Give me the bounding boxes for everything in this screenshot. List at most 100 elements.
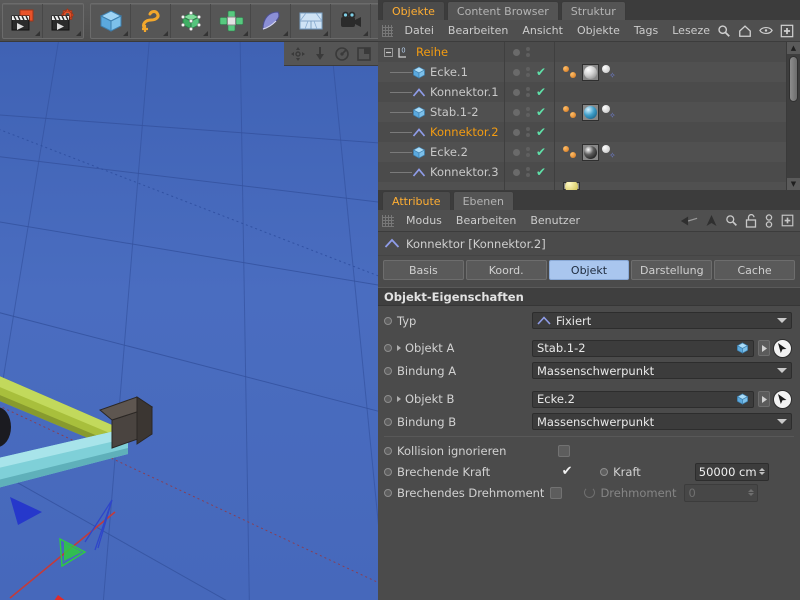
table-row-partial[interactable] <box>378 182 786 190</box>
object-visibility-dots[interactable]: ✔ <box>504 62 554 82</box>
object-tags[interactable] <box>554 82 786 102</box>
chevron-down-icon[interactable] <box>777 318 787 323</box>
table-row[interactable]: Stab.1-2 ✔ ✧ <box>378 102 786 122</box>
animate-bullet[interactable] <box>384 467 392 476</box>
expand-triangle-icon[interactable] <box>397 396 401 402</box>
tab-objekt[interactable]: Objekt <box>548 260 630 280</box>
menu-datei[interactable]: Datei <box>398 20 441 42</box>
enabled-check-icon[interactable]: ✔ <box>536 166 546 178</box>
eye-icon[interactable] <box>759 25 773 36</box>
render-visibility-dots[interactable] <box>526 107 530 117</box>
maximize-view-icon[interactable] <box>356 46 372 62</box>
objekt-b-pick-button[interactable] <box>773 389 792 409</box>
kraft-stepper[interactable] <box>758 468 765 475</box>
editor-visibility-dot[interactable] <box>513 88 520 96</box>
animate-bullet[interactable] <box>600 467 609 476</box>
generator-button[interactable] <box>171 3 211 38</box>
enabled-check-icon[interactable]: ✔ <box>536 106 546 118</box>
animate-bullet[interactable] <box>384 366 392 375</box>
phong-tag-icon[interactable]: ✧ <box>602 104 618 120</box>
object-row-name[interactable]: Stab.1-2 <box>378 102 504 122</box>
search-icon[interactable] <box>725 214 738 227</box>
object-row-name[interactable]: Konnektor.2 <box>378 122 504 142</box>
deformer-button[interactable] <box>211 3 251 38</box>
kraft-input[interactable]: 50000 cm <box>694 462 769 481</box>
menu-tags[interactable]: Tags <box>627 20 665 42</box>
mograph-button[interactable] <box>251 3 291 38</box>
objekt-a-link-field[interactable]: Stab.1-2 <box>532 339 754 357</box>
render-view-button[interactable] <box>3 3 43 38</box>
table-row[interactable]: Konnektor.3 ✔ <box>378 162 786 182</box>
menu-objekte[interactable]: Objekte <box>570 20 627 42</box>
typ-dropdown[interactable]: Fixiert <box>532 312 792 329</box>
brechende-kraft-checkbox[interactable]: ✔ <box>560 465 574 478</box>
material-tag-icon[interactable] <box>582 143 599 161</box>
table-row[interactable]: Konnektor.1 ✔ <box>378 82 786 102</box>
scrollbar-thumb[interactable] <box>789 56 798 102</box>
viewport-perspective[interactable] <box>0 42 378 600</box>
enabled-check-icon[interactable]: ✔ <box>536 86 546 98</box>
table-row[interactable]: Ecke.1 ✔ ✧ <box>378 62 786 82</box>
dynamics-tag-icon[interactable] <box>563 145 579 159</box>
object-visibility-dots[interactable]: ✔ <box>504 102 554 122</box>
object-row-name[interactable]: Konnektor.3 <box>378 162 504 182</box>
object-tags[interactable] <box>554 162 786 182</box>
animate-bullet[interactable] <box>384 417 392 426</box>
object-row-name[interactable]: Konnektor.1 <box>378 82 504 102</box>
tab-darstellung[interactable]: Darstellung <box>631 260 713 280</box>
animate-bullet[interactable] <box>384 446 392 455</box>
forward-arrow-icon[interactable] <box>705 214 718 227</box>
object-tags[interactable]: ✧ <box>554 142 786 162</box>
tab-cache[interactable]: Cache <box>714 260 795 280</box>
objekt-b-expand-button[interactable] <box>758 391 770 407</box>
menu-ansicht[interactable]: Ansicht <box>515 20 570 42</box>
menu-leseze[interactable]: Leseze <box>665 20 717 42</box>
dynamics-tag-icon[interactable] <box>563 105 579 119</box>
expand-triangle-icon[interactable] <box>397 345 401 351</box>
render-visibility-dots[interactable] <box>526 167 530 177</box>
phong-tag-icon[interactable]: ✧ <box>602 144 618 160</box>
table-row[interactable]: 0 Reihe <box>378 42 786 62</box>
table-row[interactable]: Ecke.2 ✔ ✧ <box>378 142 786 162</box>
object-row-name[interactable]: 0 Reihe <box>378 42 504 62</box>
menu-modus[interactable]: Modus <box>399 210 449 232</box>
material-tag-icon[interactable] <box>563 182 580 190</box>
enabled-check-icon[interactable]: ✔ <box>536 126 546 138</box>
material-tag-icon[interactable] <box>582 63 599 81</box>
scroll-up-icon[interactable]: ▲ <box>787 42 800 54</box>
render-settings-button[interactable] <box>43 4 83 38</box>
object-visibility-dots[interactable]: ✔ <box>504 82 554 102</box>
tab-ebenen[interactable]: Ebenen <box>452 191 514 210</box>
render-visibility-dots[interactable] <box>526 87 530 97</box>
tab-basis[interactable]: Basis <box>383 260 464 280</box>
tab-struktur[interactable]: Struktur <box>560 1 626 20</box>
render-visibility-dots[interactable] <box>526 147 530 157</box>
object-visibility-dots[interactable]: ✔ <box>504 142 554 162</box>
material-tag-icon[interactable] <box>582 103 599 121</box>
animate-bullet[interactable] <box>384 316 392 325</box>
object-tags[interactable]: ✧ <box>554 102 786 122</box>
editor-visibility-dot[interactable] <box>513 168 520 176</box>
panel-grip-icon[interactable] <box>382 24 393 37</box>
object-tags[interactable]: ✧ <box>554 62 786 82</box>
editor-visibility-dot[interactable] <box>513 128 520 136</box>
home-icon[interactable] <box>738 24 752 38</box>
objekt-b-link-field[interactable]: Ecke.2 <box>532 390 754 408</box>
menu-benutzer[interactable]: Benutzer <box>523 210 587 232</box>
panel-grip-icon[interactable] <box>382 214 394 227</box>
objekt-a-expand-button[interactable] <box>758 340 770 356</box>
add-layer-icon[interactable] <box>780 24 794 38</box>
phong-tag-icon[interactable]: ✧ <box>602 64 618 80</box>
brechendes-drehmoment-checkbox[interactable] <box>550 486 563 499</box>
object-row-name[interactable]: Ecke.1 <box>378 62 504 82</box>
animate-bullet[interactable] <box>384 344 392 352</box>
editor-visibility-dot[interactable] <box>513 108 520 116</box>
dynamics-tag-icon[interactable] <box>563 65 579 79</box>
chevron-down-icon[interactable] <box>777 368 787 373</box>
chevron-down-icon[interactable] <box>777 419 787 424</box>
editor-visibility-dot[interactable] <box>513 148 520 156</box>
object-visibility-dots[interactable]: ✔ <box>504 122 554 142</box>
tab-attribute[interactable]: Attribute <box>382 191 451 210</box>
render-visibility-dots[interactable] <box>526 127 530 137</box>
primitive-cube-button[interactable] <box>91 3 131 38</box>
